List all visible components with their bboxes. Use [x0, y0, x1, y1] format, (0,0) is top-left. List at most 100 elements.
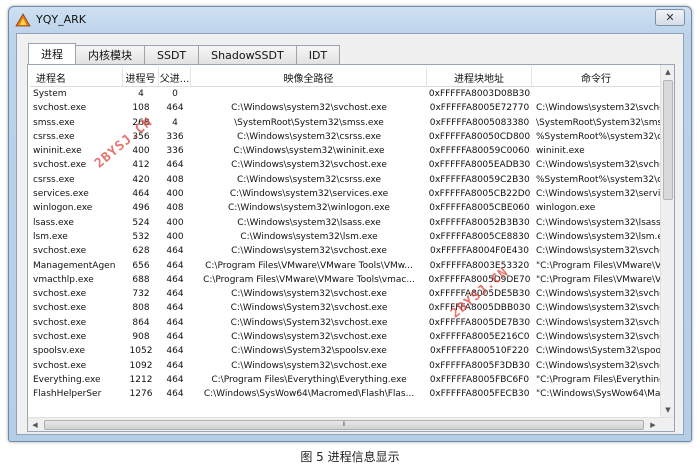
column-header-image-path[interactable]: 映像全路径: [191, 67, 427, 87]
cell-pid: 524: [132, 217, 150, 228]
cell-image-path: \SystemRoot\System32\smss.exe: [234, 117, 384, 128]
cell-command-line: wininit.exe: [536, 146, 585, 157]
table-row[interactable]: lsm.exe 532 400 C:\Windows\system32\lsm.exe…: [30, 230, 660, 244]
cell-eprocess: 0xFFFFFA8005DE7B30: [428, 317, 531, 328]
cell-process-name: svchost.exe: [33, 160, 87, 171]
table-row[interactable]: System 4 0 0xFFFFFA8003D08B30: [30, 87, 660, 101]
process-list[interactable]: 进程名 进程号 父进... 映像全路径 进程块地址 命令行 System 4 0 0x…: [30, 67, 660, 417]
cell-parent-pid: 464: [166, 374, 184, 385]
close-button[interactable]: ✕: [655, 9, 685, 26]
cell-command-line: [532, 87, 660, 101]
table-row[interactable]: ManagementAgen 656 464 C:\Program Files\VMw…: [30, 259, 660, 273]
table-row[interactable]: svchost.exe 628 464 C:\Windows\system32\svc…: [30, 244, 660, 258]
cell-process-name: spoolsv.exe: [33, 346, 86, 357]
column-header-eprocess[interactable]: 进程块地址: [427, 67, 532, 87]
cell-parent-pid: 336: [166, 146, 184, 157]
horizontal-scrollbar[interactable]: ◀ ⦀ ▶: [28, 417, 674, 431]
cell-process-name: winlogon.exe: [33, 203, 93, 214]
cell-image-path: C:\Windows\system32\winlogon.exe: [228, 203, 390, 214]
title-bar[interactable]: YQY_ARK ✕: [9, 7, 691, 33]
list-header: 进程名 进程号 父进... 映像全路径 进程块地址 命令行: [30, 67, 660, 87]
cell-eprocess: 0xFFFFFA8005F3DB30: [429, 360, 530, 371]
cell-image-path: C:\Windows\system32\svchost.exe: [231, 289, 387, 300]
table-row[interactable]: svchost.exe 908 464 C:\Windows\system32\svc…: [30, 330, 660, 344]
horizontal-scroll-thumb[interactable]: ⦀: [44, 420, 644, 430]
column-header-command-line[interactable]: 命令行: [532, 67, 660, 87]
scroll-right-icon[interactable]: ▶: [646, 418, 660, 432]
table-row[interactable]: csrss.exe 356 336 C:\Windows\system32\csrss…: [30, 130, 660, 144]
cell-pid: 1092: [129, 360, 153, 371]
table-row[interactable]: spoolsv.exe 1052 464 C:\Windows\System32\sp…: [30, 344, 660, 358]
column-header-process-name[interactable]: 进程名: [30, 67, 123, 87]
cell-image-path: C:\Program Files\VMware\VMware Tools\vma…: [203, 274, 415, 285]
table-row[interactable]: FlashHelperSer 1276 464 C:\Windows\SysWow64…: [30, 387, 660, 401]
cell-command-line: "C:\Program Files\Everything\Ev...: [536, 374, 660, 385]
vertical-scroll-thumb[interactable]: [663, 80, 673, 200]
table-row[interactable]: csrss.exe 420 408 C:\Windows\system32\csrss…: [30, 173, 660, 187]
cell-pid: 400: [132, 146, 150, 157]
cell-image-path: C:\Windows\system32\wininit.exe: [233, 146, 385, 157]
cell-eprocess: 0xFFFFFA80050CD800: [428, 131, 531, 142]
scroll-down-icon[interactable]: ▼: [661, 403, 675, 417]
table-row[interactable]: winlogon.exe 496 408 C:\Windows\system32\wi…: [30, 201, 660, 215]
cell-eprocess: 0xFFFFFA8005CE8830: [429, 231, 530, 242]
cell-image-path: C:\Windows\system32\csrss.exe: [236, 131, 382, 142]
vertical-scrollbar[interactable]: ▲ ▼: [660, 65, 674, 417]
cell-pid: 420: [132, 174, 150, 185]
tab-kernel-modules[interactable]: 内核模块: [75, 45, 145, 64]
cell-command-line: C:\Windows\system32\svchost....: [536, 317, 660, 328]
column-header-pid[interactable]: 进程号: [123, 67, 159, 87]
cell-pid: 628: [132, 246, 150, 257]
cell-command-line: "C:\Windows\SysWow64\Macro...: [536, 389, 660, 400]
cell-eprocess: 0xFFFFFA80059C2B30: [429, 174, 530, 185]
figure-caption: 图 5 进程信息显示: [300, 450, 400, 464]
app-icon: [15, 13, 31, 27]
cell-process-name: services.exe: [33, 189, 89, 200]
cell-pid: 808: [132, 303, 150, 314]
cell-command-line: C:\Windows\system32\svchost....: [536, 160, 660, 171]
cell-parent-pid: 464: [166, 346, 184, 357]
tab-idt[interactable]: IDT: [295, 45, 341, 64]
cell-command-line: C:\Windows\system32\svchost....: [536, 332, 660, 343]
cell-process-name: svchost.exe: [33, 246, 87, 257]
cell-parent-pid: 464: [166, 260, 184, 271]
table-row[interactable]: svchost.exe 732 464 C:\Windows\system32\svc…: [30, 287, 660, 301]
cell-command-line: winlogon.exe: [536, 203, 596, 214]
cell-eprocess: 0xFFFFFA80052B3B30: [429, 217, 530, 228]
cell-eprocess: 0xFFFFFA800510F220: [430, 346, 529, 357]
table-row[interactable]: vmacthlp.exe 688 464 C:\Program Files\VMwar…: [30, 273, 660, 287]
table-row[interactable]: svchost.exe 108 464 C:\Windows\system32\svc…: [30, 101, 660, 115]
table-row[interactable]: svchost.exe 1092 464 C:\Windows\system32\sv…: [30, 359, 660, 373]
tab-shadow-ssdt[interactable]: ShadowSSDT: [198, 45, 297, 64]
scroll-up-icon[interactable]: ▲: [661, 65, 675, 79]
tab-process[interactable]: 进程: [28, 43, 76, 64]
list-body: System 4 0 0xFFFFFA8003D08B30 svchost.exe 108…: [30, 87, 660, 402]
cell-parent-pid: 408: [166, 203, 184, 214]
cell-image-path: C:\Windows\system32\svchost.exe: [231, 103, 387, 114]
cell-command-line: C:\Windows\system32\svchost....: [536, 303, 660, 314]
table-row[interactable]: wininit.exe 400 336 C:\Windows\system32\win…: [30, 144, 660, 158]
cell-eprocess: 0xFFFFFA8005FECB30: [429, 389, 530, 400]
cell-command-line: C:\Windows\system32\svchost....: [536, 360, 660, 371]
cell-command-line: %SystemRoot%\system32\csrs...: [536, 174, 660, 185]
cell-parent-pid: 464: [166, 332, 184, 343]
cell-image-path: C:\Windows\system32\services.exe: [229, 189, 389, 200]
column-header-parent-pid[interactable]: 父进...: [159, 67, 191, 87]
cell-pid: 908: [132, 332, 150, 343]
table-row[interactable]: smss.exe 268 4 \SystemRoot\System32\smss.ex…: [30, 116, 660, 130]
cell-pid: 864: [132, 317, 150, 328]
table-row[interactable]: svchost.exe 412 464 C:\Windows\system32\svc…: [30, 158, 660, 172]
table-row[interactable]: lsass.exe 524 400 C:\Windows\system32\lsass…: [30, 216, 660, 230]
cell-parent-pid: 400: [166, 189, 184, 200]
cell-pid: 4: [138, 89, 144, 99]
cell-process-name: csrss.exe: [33, 174, 75, 185]
table-row[interactable]: Everything.exe 1212 464 C:\Program Files\Ev…: [30, 373, 660, 387]
cell-pid: 108: [132, 103, 150, 114]
table-row[interactable]: svchost.exe 808 464 C:\Windows\System32\svc…: [30, 301, 660, 315]
scroll-left-icon[interactable]: ◀: [28, 418, 42, 432]
table-row[interactable]: svchost.exe 864 464 C:\Windows\System32\svc…: [30, 316, 660, 330]
table-row[interactable]: services.exe 464 400 C:\Windows\system32\se…: [30, 187, 660, 201]
cell-eprocess: 0xFFFFFA8005CBE060: [429, 203, 530, 214]
cell-pid: 656: [132, 260, 150, 271]
tab-ssdt[interactable]: SSDT: [144, 45, 200, 64]
